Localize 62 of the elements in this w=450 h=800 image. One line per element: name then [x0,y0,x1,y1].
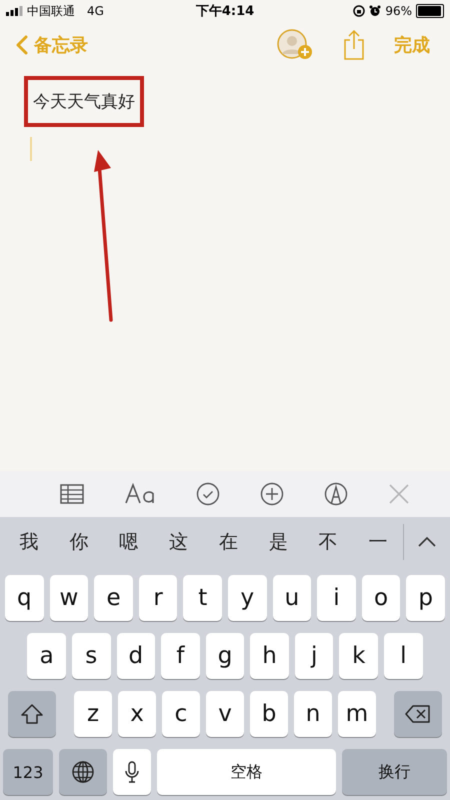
text-cursor [30,137,32,161]
candidate-word[interactable]: 嗯 [115,525,142,559]
alarm-icon [369,5,382,17]
letter-key[interactable]: j [294,633,334,679]
delete-key[interactable] [394,691,442,737]
chevron-left-icon [16,35,28,55]
letter-key[interactable]: i [317,575,356,621]
text-format-icon[interactable] [124,483,156,505]
letter-key[interactable]: q [5,575,44,621]
candidate-word[interactable]: 是 [264,525,292,559]
candidate-word[interactable]: 我 [15,525,42,559]
letter-key[interactable]: z [74,691,112,737]
battery-icon [416,4,444,18]
letter-key[interactable]: f [161,633,200,679]
shift-icon [21,704,43,724]
letter-key[interactable]: t [183,575,222,621]
letter-key[interactable]: l [384,633,423,679]
letter-key[interactable]: y [228,575,267,621]
shift-key[interactable] [8,691,56,737]
signal-icon [6,6,23,16]
letter-key[interactable]: g [206,633,244,679]
letter-key[interactable]: v [206,691,244,737]
letter-key[interactable]: k [339,633,378,679]
letter-key[interactable]: a [27,633,66,679]
globe-key[interactable] [59,749,107,795]
letter-key[interactable]: e [94,575,133,621]
letter-key[interactable]: c [162,691,200,737]
note-text: 今天天气真好 [24,76,144,127]
markup-pen-icon[interactable] [324,482,348,506]
letter-key[interactable]: o [362,575,400,621]
carrier-name: 中国联通 [27,2,75,20]
return-key[interactable]: 换行 [342,749,447,795]
checklist-icon[interactable] [196,482,220,506]
numbers-key[interactable]: 123 [3,749,53,795]
letter-key[interactable]: r [138,575,178,621]
candidate-word[interactable]: 你 [65,525,92,559]
microphone-icon [125,761,139,783]
letter-key[interactable]: b [250,691,288,737]
candidate-word[interactable]: 在 [214,525,242,559]
rotation-lock-icon [353,5,366,17]
letter-key[interactable]: h [250,633,289,679]
status-time: 下午4:14 [196,3,254,20]
dictation-key[interactable] [113,749,151,795]
add-icon[interactable] [260,482,284,506]
candidate-word[interactable]: 不 [314,525,342,559]
letter-key[interactable]: p [406,575,445,621]
letter-key[interactable]: n [294,691,332,737]
candidate-word[interactable]: 这 [165,525,192,559]
table-icon[interactable] [60,484,84,504]
letter-key[interactable]: d [116,633,156,679]
battery-percent: 96% [385,4,412,18]
letter-key[interactable]: s [72,633,111,679]
space-key[interactable]: 空格 [157,749,336,795]
letter-key[interactable]: m [338,691,376,737]
letter-key[interactable]: w [50,575,88,621]
candidate-word[interactable]: 一 [364,525,392,559]
letter-key[interactable]: u [272,575,312,621]
network-type: 4G [87,4,104,18]
backspace-icon [405,705,431,723]
globe-icon [72,761,94,783]
letter-key[interactable]: x [118,691,156,737]
chevron-up-icon[interactable] [417,536,437,548]
